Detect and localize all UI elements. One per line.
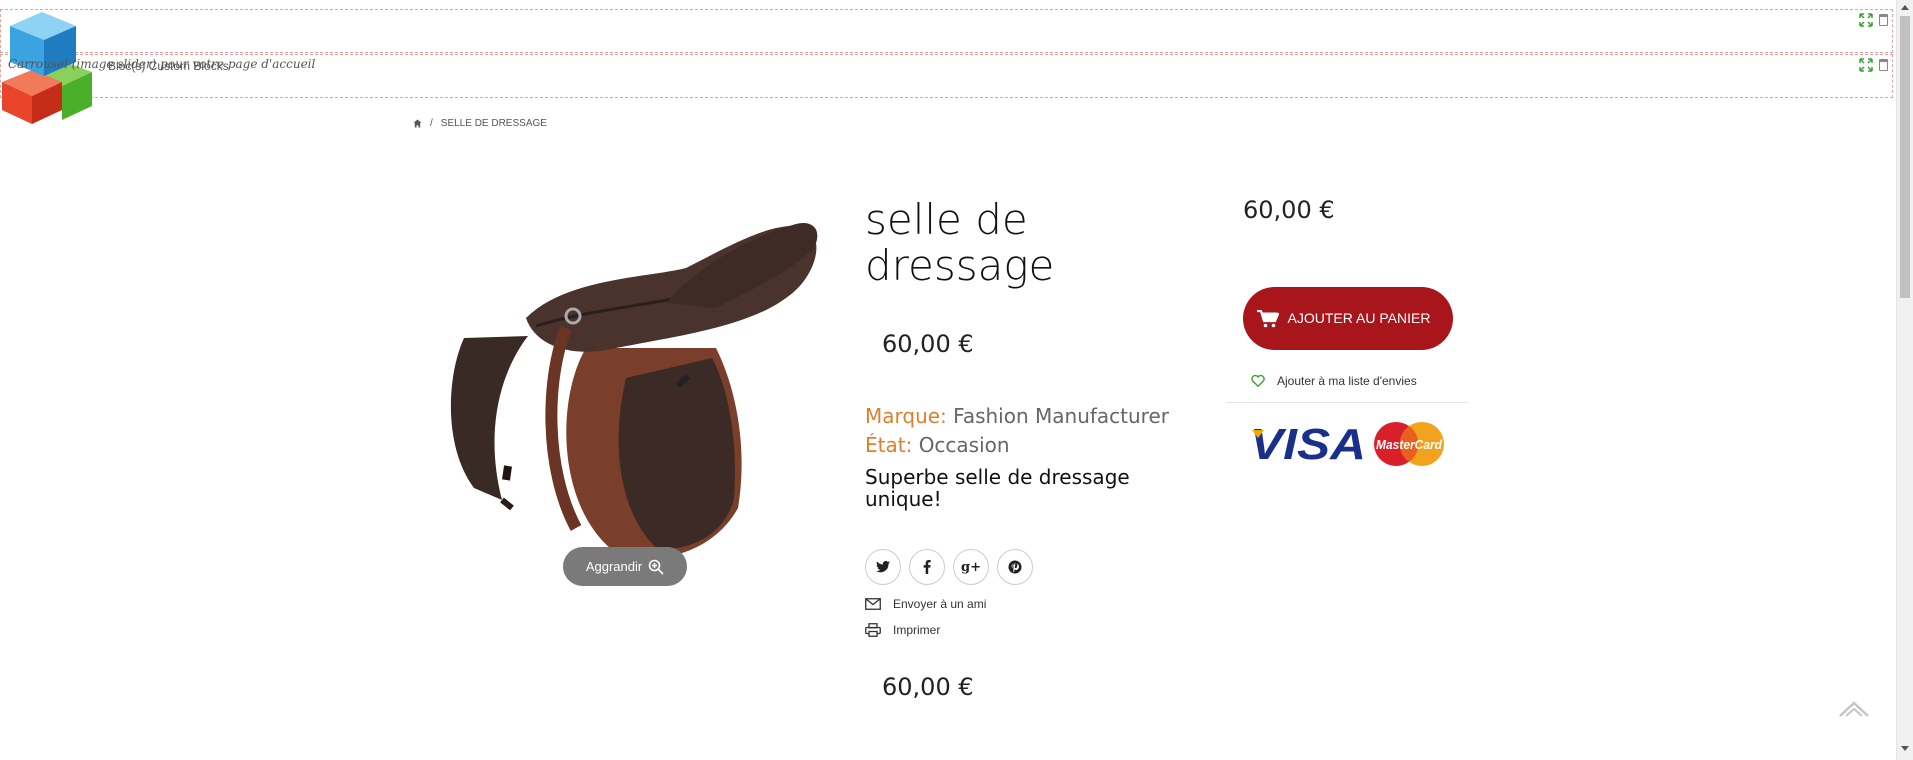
wishlist-link[interactable]: Ajouter à ma liste d'envies [1251, 374, 1417, 388]
divider [1226, 402, 1468, 403]
back-to-top-icon[interactable] [1838, 700, 1870, 718]
scroll-up-arrow-icon[interactable] [1901, 5, 1909, 10]
twitter-icon[interactable] [865, 549, 901, 585]
brand-row: Marque: Fashion Manufacturer [865, 404, 1169, 428]
visa-logo-icon: VISA [1250, 420, 1366, 469]
trash-icon[interactable] [1879, 59, 1888, 71]
product-description: Superbe selle de dressage unique! [865, 465, 1130, 511]
breadcrumb-current: SELLE DE DRESSAGE [440, 118, 547, 129]
expand-icon[interactable] [1859, 13, 1873, 27]
strip-tools [1859, 13, 1888, 27]
product-price: 60,00 € [882, 330, 974, 358]
trash-icon[interactable] [1879, 14, 1888, 26]
custom-blocks-label: Bloc(s) Custom Blocks [108, 59, 229, 73]
breadcrumb-separator: / [430, 118, 433, 129]
printer-icon [865, 623, 881, 637]
home-icon[interactable] [413, 119, 422, 128]
add-to-cart-button[interactable]: AJOUTER AU PANIER [1243, 287, 1453, 350]
print-label: Imprimer [893, 623, 941, 637]
brand-label: Marque: [865, 404, 947, 428]
pinterest-icon[interactable] [997, 549, 1033, 585]
product-title: selle de dressage [865, 195, 1055, 290]
product-price-bottom: 60,00 € [882, 673, 974, 701]
wishlist-label: Ajouter à ma liste d'envies [1277, 374, 1417, 388]
zoom-button-label: Aggrandir [585, 559, 643, 574]
envelope-icon [865, 598, 881, 610]
svg-text:VISA: VISA [1250, 420, 1366, 469]
strip-tools [1859, 58, 1888, 72]
slider-block-strip[interactable] [0, 9, 1893, 53]
send-to-friend-link[interactable]: Envoyer à un ami [865, 597, 986, 611]
cart-icon [1257, 309, 1279, 327]
print-link[interactable]: Imprimer [865, 623, 940, 637]
expand-icon[interactable] [1859, 58, 1873, 72]
google-plus-icon[interactable]: g+ [953, 549, 989, 585]
mastercard-logo-icon: MasterCard [1374, 422, 1444, 466]
send-to-friend-label: Envoyer à un ami [893, 597, 987, 611]
zoom-in-icon [648, 559, 664, 575]
condition-label: État: [865, 433, 913, 457]
svg-text:MasterCard: MasterCard [1376, 437, 1443, 452]
buy-box-price: 60,00 € [1243, 196, 1335, 224]
product-image[interactable] [416, 208, 846, 568]
payment-logos: VISA MasterCard [1250, 420, 1444, 469]
brand-value[interactable]: Fashion Manufacturer [953, 404, 1169, 428]
share-buttons: g+ [865, 549, 1033, 585]
scroll-thumb[interactable] [1900, 16, 1910, 298]
heart-icon [1251, 375, 1265, 387]
condition-value: Occasion [918, 433, 1010, 457]
vertical-scrollbar[interactable] [1896, 0, 1913, 760]
facebook-icon[interactable] [909, 549, 945, 585]
add-to-cart-label: AJOUTER AU PANIER [1287, 310, 1431, 326]
scroll-down-arrow-icon[interactable] [1901, 746, 1909, 751]
zoom-button[interactable]: Aggrandir [563, 547, 687, 586]
breadcrumb: / SELLE DE DRESSAGE [413, 118, 547, 129]
condition-row: État: Occasion [865, 433, 1010, 457]
